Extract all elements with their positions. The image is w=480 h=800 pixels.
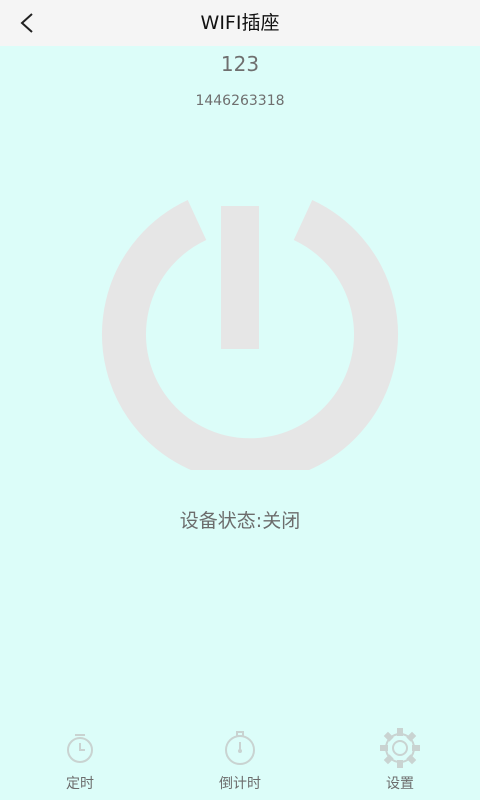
tab-settings[interactable]: 设置 (340, 722, 460, 800)
tab-label-countdown: 倒计时 (219, 776, 261, 792)
device-status: 设备状态:关闭 (179, 510, 301, 532)
page-title: WIFI插座 (200, 12, 280, 34)
device-id: 1446263318 (195, 93, 285, 109)
timer-clock-icon (67, 734, 93, 763)
bottom-tab-bar: 定时 倒计时 设置 (0, 722, 480, 800)
top-bar: WIFI插座 (0, 0, 480, 46)
tab-countdown[interactable]: 倒计时 (180, 722, 300, 800)
tab-label-timer: 定时 (66, 776, 94, 792)
tab-label-settings: 设置 (386, 776, 414, 792)
tab-timer[interactable]: 定时 (20, 722, 140, 800)
power-button[interactable] (70, 200, 410, 483)
power-icon (102, 200, 398, 483)
stopwatch-icon (225, 731, 255, 765)
device-name: 123 (220, 52, 260, 76)
gear-icon (380, 728, 420, 768)
